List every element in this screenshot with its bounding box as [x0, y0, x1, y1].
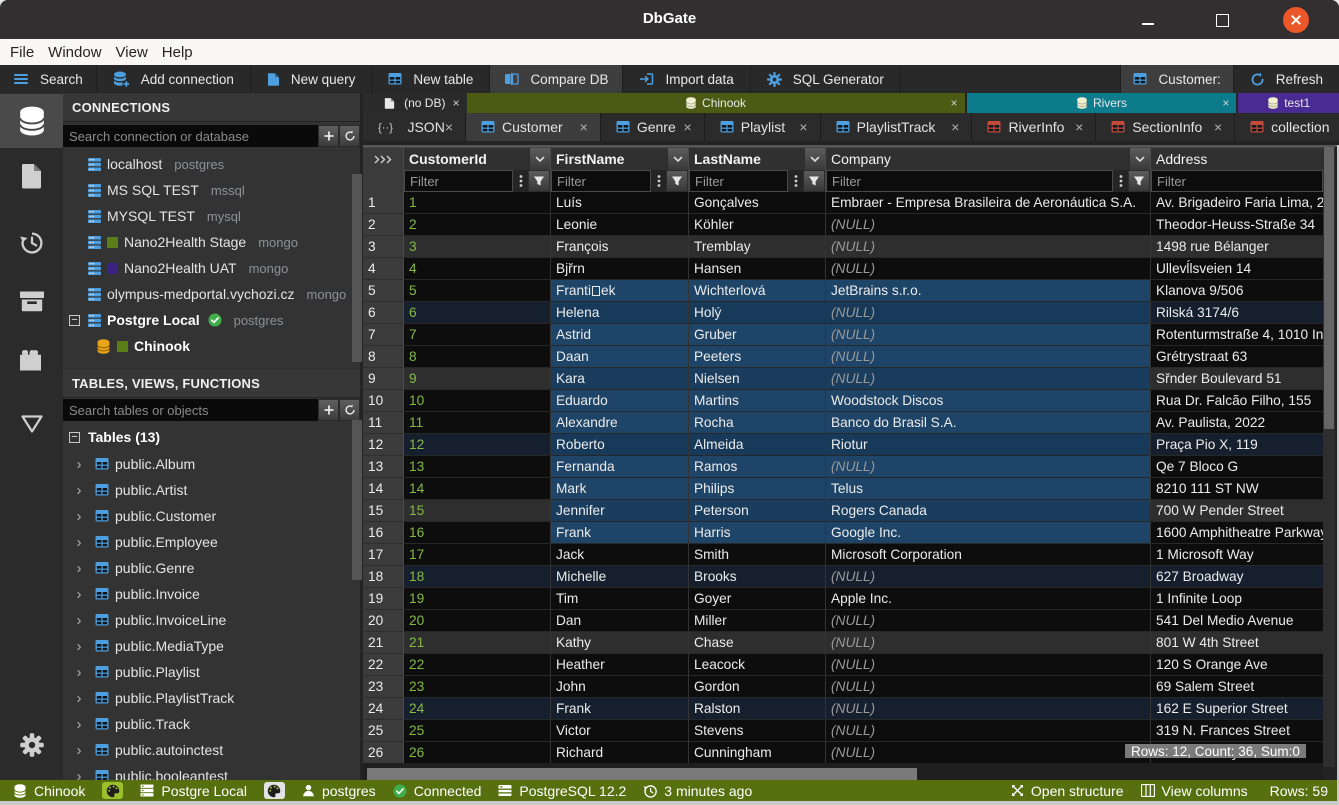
svg-text:{··}: {··} [378, 122, 393, 134]
